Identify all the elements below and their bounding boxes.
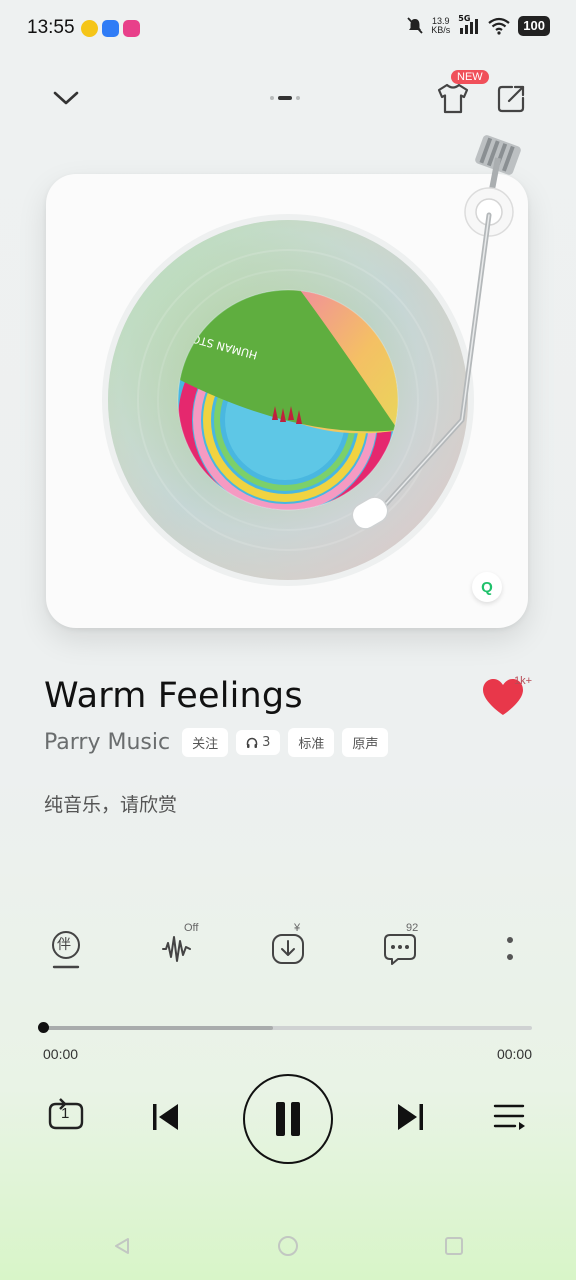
playlist-button[interactable] (490, 1098, 530, 1136)
original-tag[interactable]: 原声 (342, 728, 389, 757)
repeat-mode-count: 1 (61, 1105, 70, 1122)
listeners-count: 3 (262, 735, 271, 750)
playback-controls: 1 (0, 1074, 576, 1164)
action-row: 伴 Off ¥ 92 (0, 922, 576, 976)
previous-button[interactable] (146, 1098, 184, 1136)
total-time: 00:00 (496, 1046, 532, 1062)
like-count: 1k+ (514, 675, 533, 687)
skip-previous-icon (153, 1104, 178, 1130)
more-button[interactable] (498, 926, 522, 972)
artist-row: Parry Music 关注 3 标准 原声 (44, 728, 389, 757)
progress-bar[interactable] (43, 1026, 532, 1030)
nav-back-button[interactable] (108, 1232, 136, 1260)
accompany-label: 伴 (57, 937, 71, 953)
playlist-icon (493, 1104, 525, 1130)
progress-thumb[interactable] (38, 1022, 49, 1033)
nav-home-button[interactable] (274, 1232, 302, 1260)
accompany-button[interactable]: 伴 (48, 926, 84, 972)
follow-button[interactable]: 关注 (182, 728, 229, 757)
back-triangle-icon (115, 1238, 129, 1254)
sound-effect-button[interactable]: Off (158, 922, 198, 972)
progress-buffered (43, 1026, 273, 1030)
sound-effect-state: Off (184, 922, 199, 934)
system-nav-bar (0, 1222, 576, 1270)
recents-square-icon (445, 1237, 463, 1255)
song-title: Warm Feelings (44, 676, 303, 716)
soundwave-icon (162, 936, 191, 962)
next-button[interactable] (392, 1098, 430, 1136)
q-music-logo: Q (481, 578, 493, 596)
skip-next-icon (398, 1104, 423, 1130)
comment-count: 92 (406, 922, 419, 934)
more-vertical-icon (507, 937, 513, 960)
download-button[interactable]: ¥ (270, 922, 306, 972)
download-price: ¥ (294, 922, 301, 934)
nav-recents-button[interactable] (440, 1232, 468, 1260)
play-pause-button[interactable] (243, 1074, 333, 1164)
artist-name[interactable]: Parry Music (44, 730, 170, 755)
app-badge: Q (472, 572, 502, 602)
comment-icon (384, 934, 416, 965)
headphones-icon (246, 737, 258, 748)
download-icon (272, 934, 304, 964)
home-circle-icon (278, 1236, 298, 1256)
song-subtitle: 纯音乐，请欣赏 (44, 794, 178, 816)
pause-icon (276, 1102, 300, 1136)
comments-button[interactable]: 92 (380, 922, 420, 972)
listeners-tag[interactable]: 3 (236, 730, 281, 755)
current-time: 00:00 (43, 1046, 79, 1062)
quality-tag[interactable]: 标准 (288, 728, 335, 757)
repeat-mode-button[interactable]: 1 (44, 1094, 88, 1138)
